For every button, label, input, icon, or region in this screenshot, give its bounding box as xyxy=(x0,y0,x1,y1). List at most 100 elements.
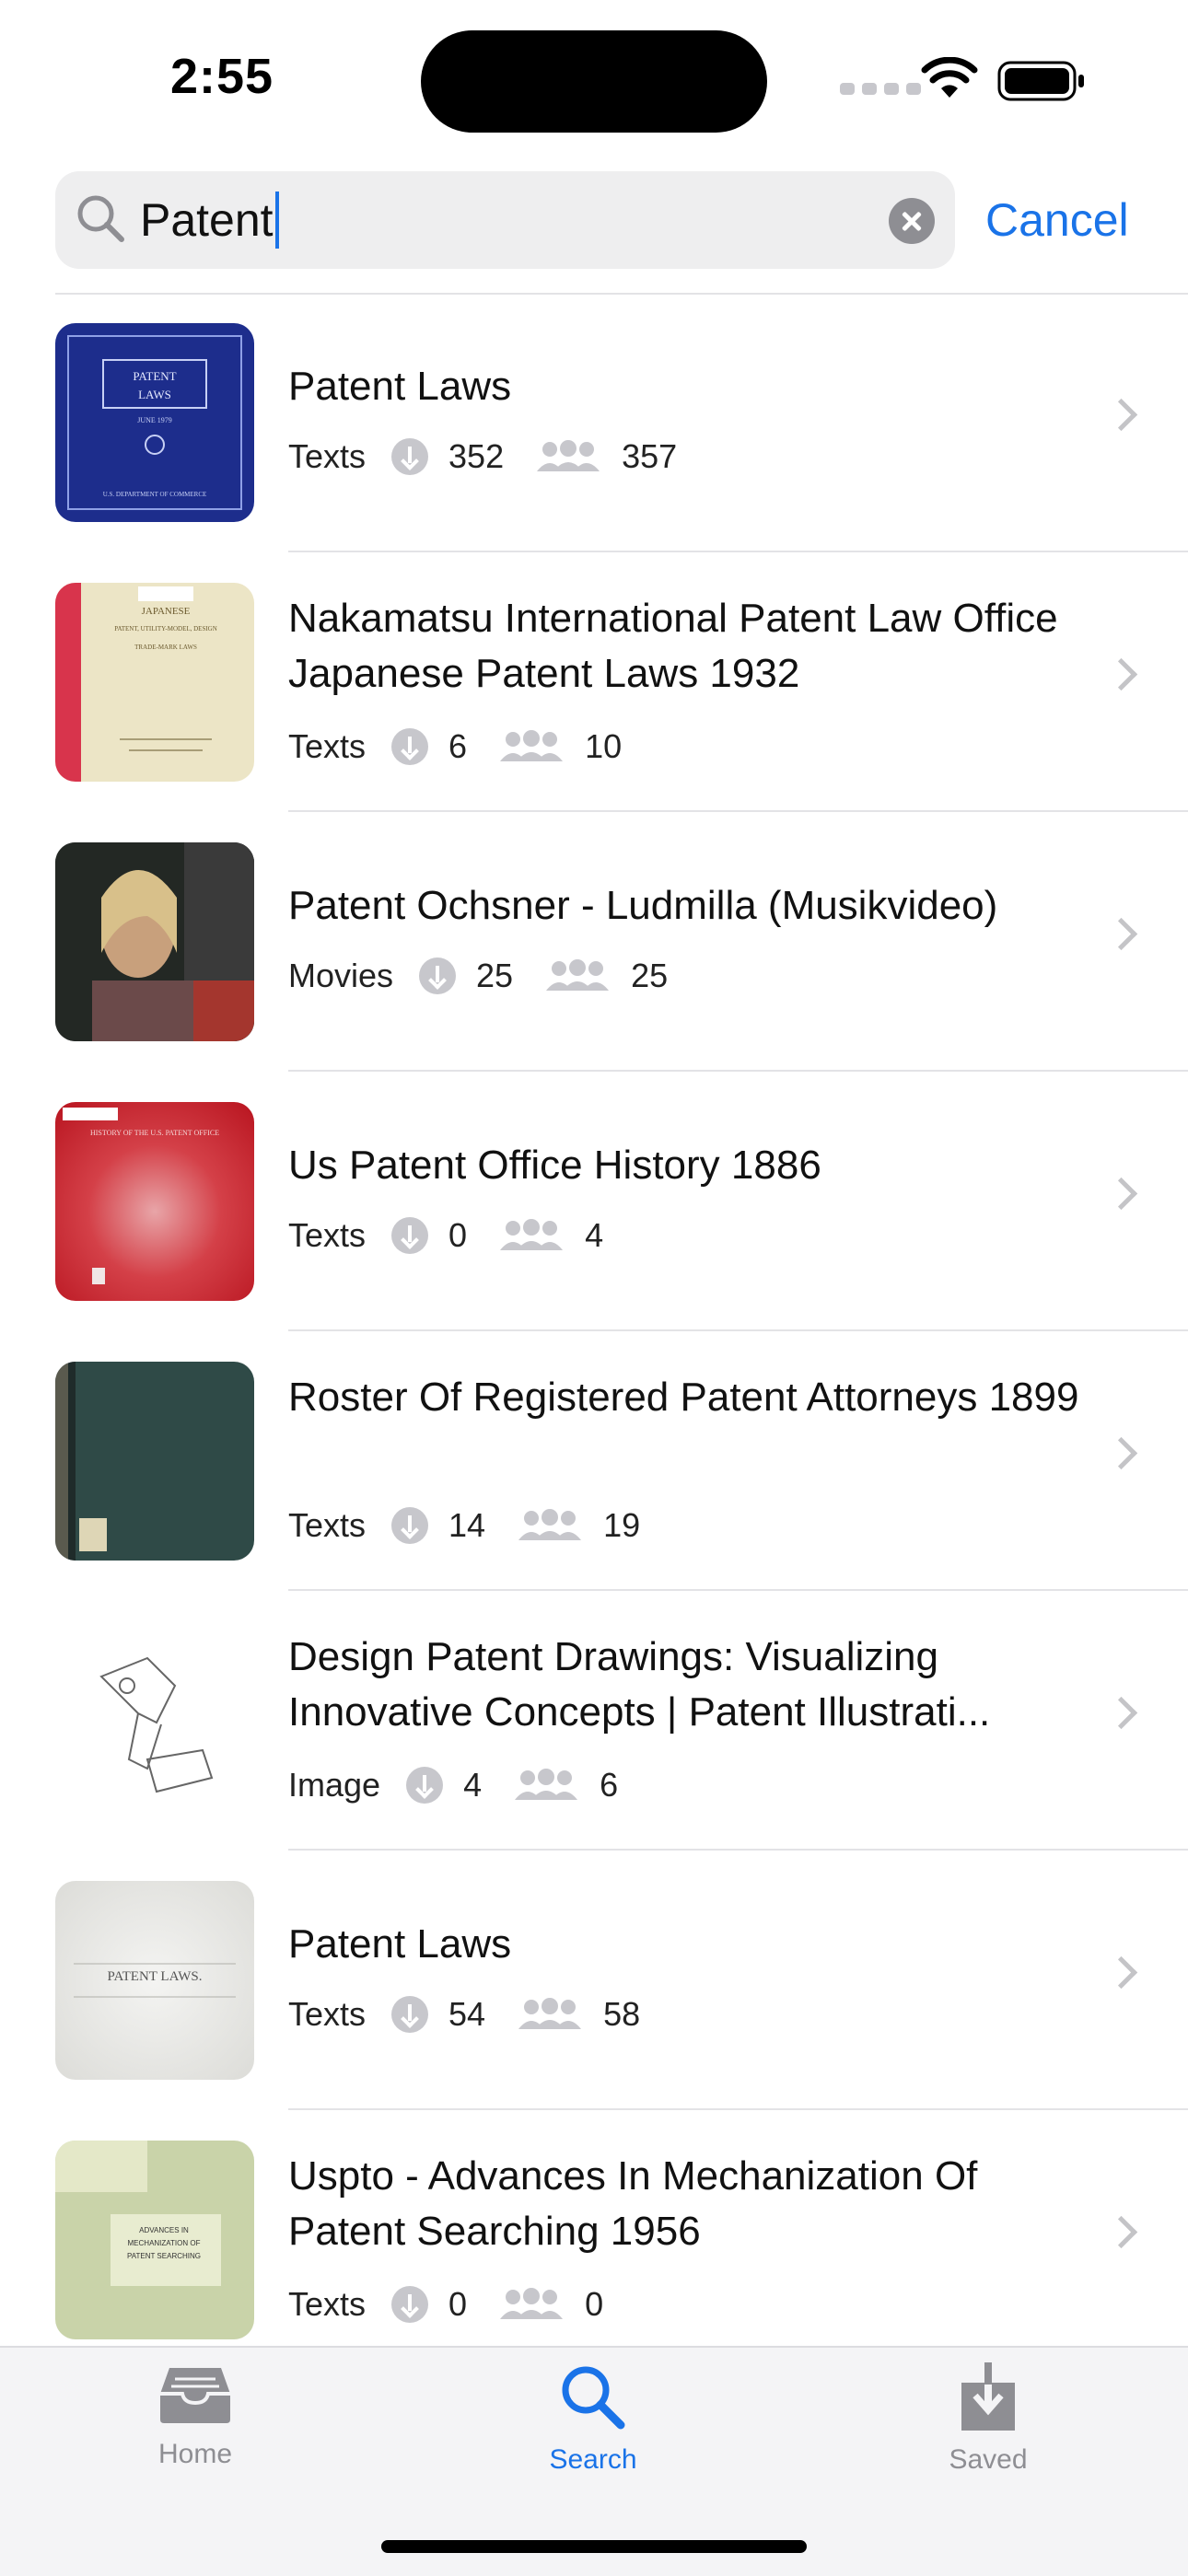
view-count: 58 xyxy=(603,1995,641,2033)
download-icon xyxy=(391,2286,429,2323)
people-icon xyxy=(518,1509,582,1540)
svg-text:TRADE-MARK LAWS: TRADE-MARK LAWS xyxy=(134,644,197,651)
list-item[interactable]: PATENT LAWS JUNE 1979 U.S. DEPARTMENT OF… xyxy=(0,293,1188,552)
view-count: 357 xyxy=(622,437,678,475)
download-icon xyxy=(391,1996,429,2033)
result-meta: Texts 14 19 xyxy=(288,1506,640,1545)
chevron-right-icon xyxy=(1104,1955,1138,1990)
result-title: Design Patent Drawings: Visualizing Inno… xyxy=(288,1634,991,1735)
svg-text:PATENT SEARCHING: PATENT SEARCHING xyxy=(127,2252,201,2260)
list-item[interactable]: PATENT LAWS. Patent Laws Texts 54 58 xyxy=(0,1851,1188,2110)
result-title: Us Patent Office History 1886 xyxy=(288,1143,821,1188)
thumbnail-image: JAPANESE PATENT, UTILITY-MODEL, DESIGN T… xyxy=(55,583,254,782)
saved-download-icon xyxy=(961,2362,1015,2431)
search-field[interactable]: Patent xyxy=(55,171,955,269)
download-icon xyxy=(391,1217,429,1254)
result-title: Patent Laws xyxy=(288,364,512,409)
result-meta: Texts 352 357 xyxy=(288,437,677,476)
people-icon xyxy=(546,959,610,991)
tab-search[interactable]: Search xyxy=(483,2362,704,2476)
people-icon xyxy=(500,730,564,761)
download-icon xyxy=(391,728,429,765)
download-icon xyxy=(406,1767,444,1804)
download-count: 0 xyxy=(448,2285,468,2323)
tab-saved[interactable]: Saved xyxy=(878,2362,1099,2476)
search-icon xyxy=(562,2366,625,2430)
chevron-right-icon xyxy=(1104,1696,1138,1730)
cellular-signal-icon xyxy=(840,83,921,95)
download-icon xyxy=(419,957,457,994)
chevron-right-icon xyxy=(1104,1177,1138,1211)
tab-saved-label: Saved xyxy=(949,2444,1028,2475)
view-count: 25 xyxy=(631,957,669,994)
people-icon xyxy=(500,1219,564,1250)
dynamic-island xyxy=(421,30,767,133)
media-type: Texts xyxy=(288,1216,367,1254)
wifi-icon xyxy=(921,57,978,98)
list-item[interactable]: Design Patent Drawings: Visualizing Inno… xyxy=(0,1591,1188,1851)
view-count: 0 xyxy=(585,2285,604,2323)
download-count: 14 xyxy=(448,1506,486,1544)
home-tray-icon xyxy=(160,2368,230,2423)
clear-icon[interactable] xyxy=(889,198,935,244)
result-meta: Texts 54 58 xyxy=(288,1995,640,2034)
result-meta: Texts 0 0 xyxy=(288,2285,603,2324)
media-type: Texts xyxy=(288,1995,367,2033)
people-icon xyxy=(515,1769,578,1800)
list-item[interactable]: JAPANESE PATENT, UTILITY-MODEL, DESIGN T… xyxy=(0,552,1188,812)
tab-home-label: Home xyxy=(157,2439,233,2469)
download-count: 0 xyxy=(448,1216,468,1254)
result-title: Roster Of Registered Patent Attorneys 18… xyxy=(288,1375,1079,1420)
people-icon xyxy=(537,440,600,471)
view-count: 19 xyxy=(603,1506,641,1544)
people-icon xyxy=(500,2288,564,2319)
thumbnail-image: ADVANCES IN MECHANIZATION OF PATENT SEAR… xyxy=(55,2141,254,2339)
list-item[interactable]: HISTORY OF THE U.S. PATENT OFFICE Us Pat… xyxy=(0,1072,1188,1331)
download-count: 6 xyxy=(448,727,468,765)
search-input[interactable]: Patent xyxy=(140,188,279,252)
thumbnail-image xyxy=(55,1621,254,1820)
svg-text:PATENT, UTILITY-MODEL, DESIGN: PATENT, UTILITY-MODEL, DESIGN xyxy=(114,625,217,632)
result-meta: Image 4 6 xyxy=(288,1766,618,1804)
people-icon xyxy=(518,1998,582,2029)
result-title: Patent Laws xyxy=(288,1921,512,1967)
result-title: Uspto - Advances In Mechanization Of Pat… xyxy=(288,2153,978,2254)
thumbnail-image: PATENT LAWS. xyxy=(55,1881,254,2080)
download-icon xyxy=(391,438,429,475)
svg-text:HISTORY OF THE U.S. PATENT OFF: HISTORY OF THE U.S. PATENT OFFICE xyxy=(90,1129,219,1137)
chevron-right-icon xyxy=(1104,398,1138,432)
chevron-right-icon xyxy=(1104,917,1138,951)
status-bar: 2:55 xyxy=(0,0,1188,157)
chevron-right-icon xyxy=(1104,657,1138,691)
download-count: 352 xyxy=(448,437,505,475)
status-time: 2:55 xyxy=(170,49,274,104)
download-icon xyxy=(391,1507,429,1544)
tab-home[interactable]: Home xyxy=(85,2362,306,2470)
view-count: 10 xyxy=(585,727,623,765)
svg-text:JUNE 1979: JUNE 1979 xyxy=(137,416,172,424)
list-item[interactable]: ADVANCES IN MECHANIZATION OF PATENT SEAR… xyxy=(0,2110,1188,2370)
cancel-button[interactable]: Cancel xyxy=(985,190,1129,250)
chevron-right-icon xyxy=(1104,1436,1138,1470)
svg-text:LAWS: LAWS xyxy=(138,388,171,401)
chevron-right-icon xyxy=(1104,2215,1138,2249)
text-caret xyxy=(274,191,279,249)
thumbnail-image: HISTORY OF THE U.S. PATENT OFFICE xyxy=(55,1102,254,1301)
media-type: Movies xyxy=(288,957,394,994)
list-item[interactable]: Patent Ochsner - Ludmilla (Musikvideo) M… xyxy=(0,812,1188,1072)
svg-text:ADVANCES IN: ADVANCES IN xyxy=(139,2226,189,2234)
search-icon xyxy=(77,195,124,242)
download-count: 54 xyxy=(448,1995,486,2033)
list-item[interactable]: Roster Of Registered Patent Attorneys 18… xyxy=(0,1331,1188,1591)
svg-text:JAPANESE: JAPANESE xyxy=(142,606,191,617)
tab-search-label: Search xyxy=(549,2444,637,2475)
view-count: 6 xyxy=(600,1766,619,1804)
media-type: Texts xyxy=(288,727,367,765)
home-indicator xyxy=(381,2540,807,2553)
media-type: Texts xyxy=(288,437,367,475)
media-type: Image xyxy=(288,1766,381,1804)
result-meta: Texts 0 4 xyxy=(288,1216,603,1255)
thumbnail-image xyxy=(55,842,254,1041)
media-type: Texts xyxy=(288,2285,367,2323)
svg-text:MECHANIZATION OF: MECHANIZATION OF xyxy=(128,2239,201,2247)
